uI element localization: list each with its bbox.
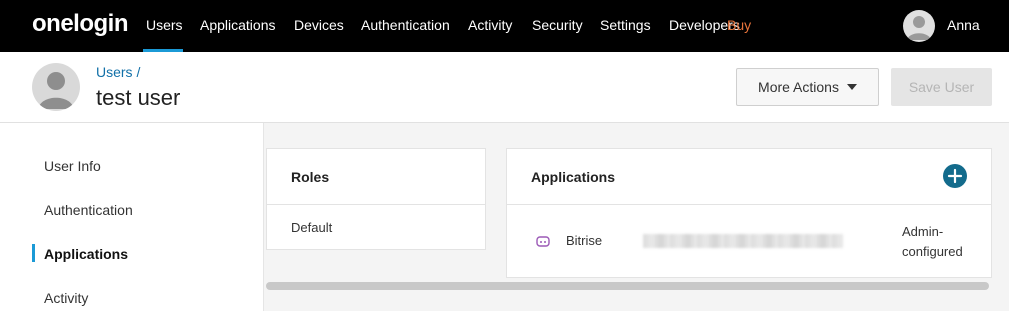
page-title: test user	[96, 85, 181, 110]
sidebar-item-authentication[interactable]: Authentication	[44, 202, 133, 218]
roles-card-header: Roles	[267, 149, 485, 205]
sidebar: User Info Authentication Applications Ac…	[0, 123, 264, 311]
app-status-line1: Admin-	[902, 224, 944, 239]
page-header: Users / test user More Actions Save User	[0, 52, 1009, 123]
avatar-person-icon	[38, 72, 74, 109]
top-nav: onelogin Users Applications Devices Auth…	[0, 0, 1009, 52]
sidebar-active-indicator	[32, 244, 35, 262]
sidebar-item-user-info[interactable]: User Info	[44, 158, 101, 174]
profile-avatar	[32, 63, 80, 111]
app-status: Admin- configured	[902, 222, 963, 262]
sidebar-item-applications[interactable]: Applications	[44, 246, 128, 262]
add-application-button[interactable]	[943, 164, 967, 188]
caret-down-icon	[846, 84, 857, 90]
nav-authentication[interactable]: Authentication	[361, 17, 450, 33]
sidebar-item-activity[interactable]: Activity	[44, 290, 88, 306]
nav-activity[interactable]: Activity	[468, 17, 512, 33]
applications-title: Applications	[531, 169, 616, 185]
more-actions-button[interactable]: More Actions	[736, 68, 879, 106]
app-status-line2: configured	[902, 244, 963, 259]
plus-icon	[947, 168, 963, 184]
applications-card: Applications Bitrise Admin- configured	[506, 148, 992, 278]
user-avatar[interactable]	[903, 10, 935, 42]
nav-applications[interactable]: Applications	[200, 17, 276, 33]
nav-devices[interactable]: Devices	[294, 17, 344, 33]
nav-settings[interactable]: Settings	[600, 17, 651, 33]
table-row[interactable]: Bitrise Admin- configured	[507, 206, 991, 278]
roles-title: Roles	[291, 169, 330, 185]
onelogin-logo[interactable]: onelogin	[32, 10, 128, 38]
applications-card-header: Applications	[507, 149, 991, 205]
app-icon	[536, 236, 550, 247]
account-name[interactable]: Anna	[947, 17, 980, 33]
more-actions-label: More Actions	[758, 79, 839, 95]
roles-card: Roles Default	[266, 148, 486, 250]
buy-link[interactable]: Buy	[727, 17, 751, 33]
role-row[interactable]: Default	[291, 220, 332, 235]
nav-users[interactable]: Users	[146, 17, 183, 33]
redacted-login-field	[643, 234, 843, 248]
app-name[interactable]: Bitrise	[566, 233, 602, 248]
nav-security[interactable]: Security	[532, 17, 583, 33]
horizontal-scrollbar[interactable]	[266, 282, 989, 290]
breadcrumb[interactable]: Users /	[96, 64, 140, 80]
save-user-button[interactable]: Save User	[891, 68, 992, 106]
avatar-person-icon	[907, 16, 931, 40]
